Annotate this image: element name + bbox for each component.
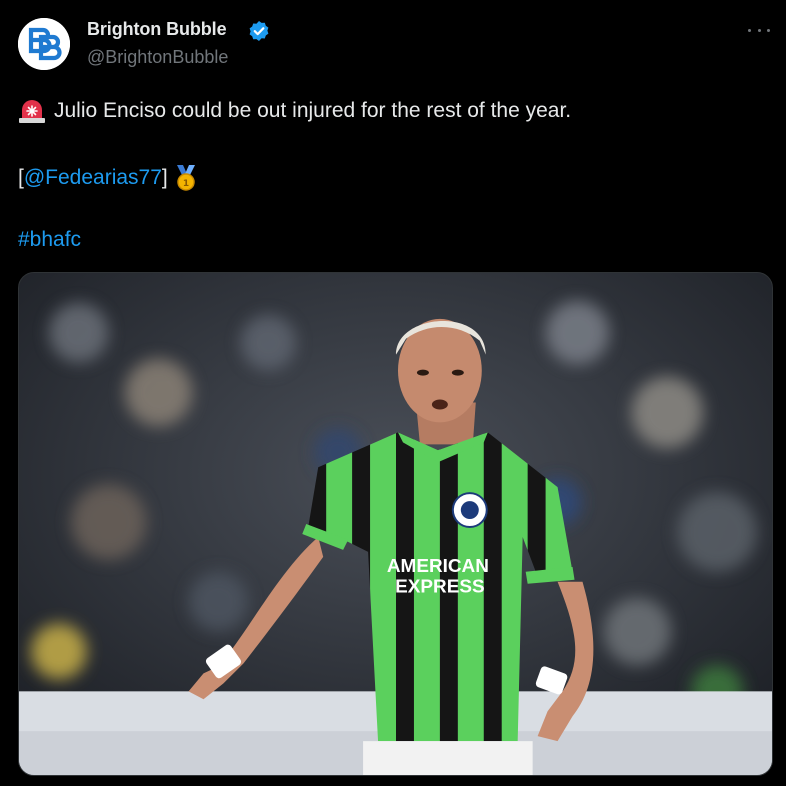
tweet: Brighton Bubble @BrightonBubble Julio En…: [0, 0, 786, 786]
tweet-media-photo[interactable]: AMERICAN EXPRESS: [18, 272, 773, 776]
tweet-text-line-1: Julio Enciso could be out injured for th…: [18, 98, 571, 124]
tweet-text-line-3: #bhafc: [18, 228, 81, 252]
avatar[interactable]: [18, 18, 70, 70]
dot-icon: [767, 28, 770, 32]
sponsor-text-line-1: AMERICAN: [387, 556, 489, 577]
police-light-icon: [18, 98, 46, 124]
author-display-name[interactable]: Brighton Bubble: [87, 19, 227, 40]
sponsor-text-line-2: EXPRESS: [395, 577, 484, 598]
dot-icon: [757, 28, 761, 32]
hashtag-link[interactable]: #bhafc: [18, 228, 81, 251]
author-handle[interactable]: @BrightonBubble: [87, 47, 228, 68]
tweet-text: Julio Enciso could be out injured for th…: [54, 99, 572, 122]
bracket-close: ]: [161, 166, 168, 189]
svg-text:1: 1: [183, 179, 189, 189]
mention-link[interactable]: @Fedearias77: [24, 166, 162, 190]
gold-medal-icon: 1: [174, 164, 198, 192]
player-photo: AMERICAN EXPRESS: [19, 273, 772, 775]
verified-badge-icon: [249, 21, 269, 41]
tweet-text-line-2: [ @Fedearias77 ] 1: [18, 164, 206, 192]
dot-icon: [748, 28, 751, 32]
more-options-button[interactable]: [748, 22, 770, 38]
brighton-bubble-logo: [18, 18, 70, 70]
